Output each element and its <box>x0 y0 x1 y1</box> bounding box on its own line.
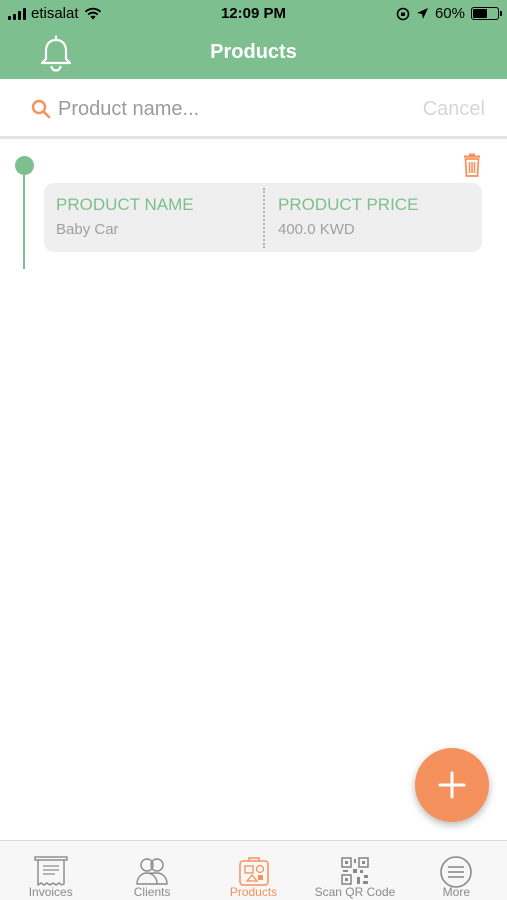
header-bar: etisalat 12:09 PM 60% Products <box>0 0 507 79</box>
tab-label: More <box>442 885 470 899</box>
search-icon <box>31 99 51 119</box>
tab-bar: Invoices Clients Products Scan QR Code M… <box>0 840 507 900</box>
tab-label: Products <box>229 885 278 899</box>
product-price-column: PRODUCT PRICE 400.0 KWD <box>278 195 418 238</box>
column-divider <box>263 188 265 248</box>
plus-icon <box>438 771 466 799</box>
tab-label: Scan QR Code <box>314 885 396 899</box>
add-product-button[interactable] <box>415 748 489 822</box>
tab-more[interactable]: More <box>406 841 507 900</box>
tab-scan-qr[interactable]: Scan QR Code <box>304 841 405 900</box>
tab-clients[interactable]: Clients <box>101 841 202 900</box>
menu-circle-icon <box>440 856 473 888</box>
product-price-value: 400.0 KWD <box>278 221 355 238</box>
product-name-header: PRODUCT NAME <box>56 195 194 214</box>
page-title: Products <box>210 41 297 63</box>
cancel-button[interactable]: Cancel <box>423 98 485 121</box>
timeline-line <box>23 172 25 269</box>
tab-label: Clients <box>133 885 171 899</box>
people-icon <box>136 858 168 885</box>
search-bar: Cancel <box>0 79 507 139</box>
product-price-header: PRODUCT PRICE <box>278 195 419 214</box>
delete-trash-icon[interactable] <box>461 153 483 177</box>
tab-invoices[interactable]: Invoices <box>0 841 101 900</box>
status-bar: etisalat 12:09 PM 60% <box>0 0 507 28</box>
product-name-value: Baby Car <box>56 221 119 238</box>
tab-products[interactable]: Products <box>203 841 304 900</box>
battery-icon <box>471 7 502 20</box>
product-name-column: PRODUCT NAME Baby Car <box>56 195 194 238</box>
orientation-lock-icon <box>396 7 410 20</box>
products-bag-icon <box>238 857 269 886</box>
receipt-icon <box>34 856 68 886</box>
products-screen: etisalat 12:09 PM 60% Products Product n… <box>0 0 507 900</box>
qr-code-icon <box>341 857 369 885</box>
tab-label: Invoices <box>28 885 73 899</box>
product-card[interactable]: PRODUCT NAME Baby Car PRODUCT PRICE 400.… <box>44 183 482 252</box>
location-arrow-icon <box>416 8 428 19</box>
battery-percent: 60% <box>434 5 465 22</box>
search-input[interactable] <box>58 93 388 125</box>
